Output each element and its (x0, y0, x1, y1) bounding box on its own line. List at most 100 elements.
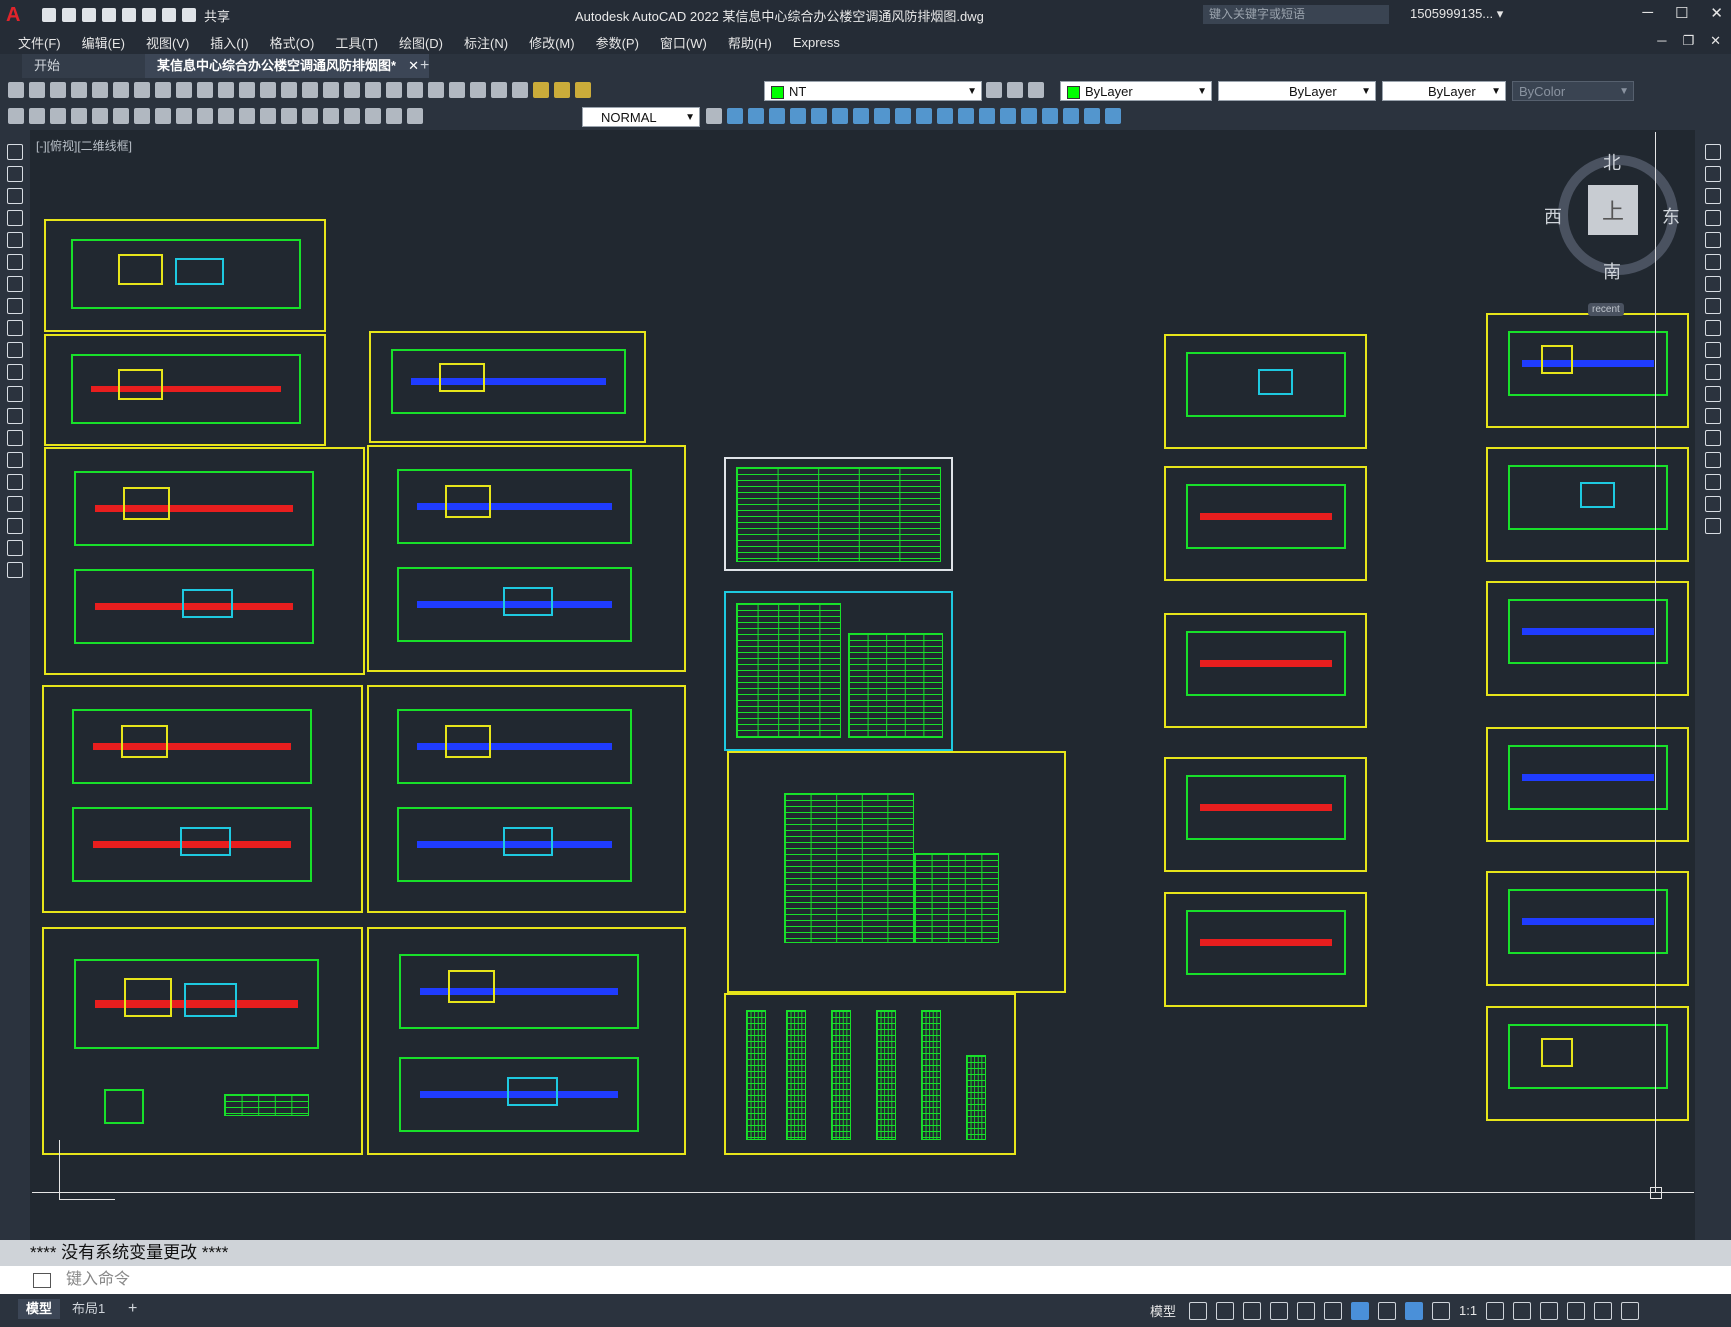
menu-dimension[interactable]: 标注(N) (464, 33, 508, 52)
drawing-sheet[interactable] (1164, 613, 1367, 728)
new-icon[interactable] (8, 82, 24, 98)
paste-icon[interactable] (197, 82, 213, 98)
tab-start[interactable]: 开始 (22, 54, 156, 78)
ellipse-icon[interactable] (7, 342, 23, 358)
zoom-window-icon[interactable] (323, 82, 339, 98)
dim-break-icon[interactable] (260, 108, 276, 124)
3d-clean-icon[interactable] (1084, 108, 1100, 124)
redo-icon[interactable] (260, 82, 276, 98)
layer-dropdown[interactable]: NT ▼ (764, 81, 982, 101)
snap-icon[interactable] (1216, 1301, 1235, 1320)
spline-icon[interactable] (7, 320, 23, 336)
revision-cloud-icon[interactable] (7, 298, 23, 314)
drawing-sheet[interactable] (1164, 757, 1367, 872)
tolerance-icon[interactable] (281, 108, 297, 124)
radius-dim-icon[interactable] (92, 108, 108, 124)
ortho-icon[interactable] (1243, 1301, 1262, 1320)
menu-format[interactable]: 格式(O) (270, 33, 315, 52)
compass-east[interactable]: 东 (1662, 203, 1680, 229)
region-icon[interactable] (7, 496, 23, 512)
polyline-icon[interactable] (7, 188, 23, 204)
drawing-sheet[interactable] (44, 447, 365, 675)
model-space-toggle[interactable]: 模型 (1150, 1301, 1176, 1320)
menu-modify[interactable]: 修改(M) (529, 33, 575, 52)
plot-icon[interactable] (142, 8, 156, 22)
rectangle-icon[interactable] (7, 232, 23, 248)
ordinate-dim-icon[interactable] (71, 108, 87, 124)
ellipse-arc-icon[interactable] (7, 364, 23, 380)
drawing-sheet[interactable] (1486, 1006, 1689, 1121)
dimstyle-dropdown[interactable]: NORMAL ▼ (582, 107, 700, 127)
autocad-logo[interactable]: A (6, 4, 32, 26)
line-icon[interactable] (7, 144, 23, 160)
explode-icon[interactable] (1705, 518, 1721, 534)
quick-dim-icon[interactable] (176, 108, 192, 124)
drawing-sheet[interactable] (44, 219, 326, 332)
3d-imprint-icon[interactable] (1063, 108, 1079, 124)
markup-icon[interactable] (449, 82, 465, 98)
command-icon[interactable] (33, 1273, 51, 1288)
close-icon[interactable]: ✕ (1710, 4, 1723, 22)
menu-view[interactable]: 视图(V) (146, 33, 189, 52)
polygon-icon[interactable] (7, 210, 23, 226)
offset-icon[interactable] (1705, 210, 1721, 226)
calculator-icon[interactable] (470, 82, 486, 98)
diameter-dim-icon[interactable] (134, 108, 150, 124)
drawing-sheet[interactable] (1486, 313, 1689, 428)
isometric-icon[interactable] (1297, 1301, 1316, 1320)
design-center-icon[interactable] (386, 82, 402, 98)
customization-menu-icon[interactable] (1621, 1301, 1640, 1320)
arc-icon[interactable] (7, 254, 23, 270)
viewcube[interactable]: 上 北 南 东 西 (1544, 153, 1680, 282)
dim-text-edit-icon[interactable] (386, 108, 402, 124)
minimize-icon[interactable]: ─ (1642, 4, 1653, 22)
jogged-linear-icon[interactable] (344, 108, 360, 124)
3d-align-icon[interactable] (832, 108, 848, 124)
make-current-layer-icon[interactable] (986, 82, 1002, 98)
match-properties-icon[interactable] (218, 82, 234, 98)
redo-icon[interactable] (182, 8, 196, 22)
new-tab-button[interactable]: + (420, 54, 429, 78)
3d-chamfer-icon[interactable] (1021, 108, 1037, 124)
menu-tools[interactable]: 工具(T) (335, 33, 378, 52)
center-mark-icon[interactable] (302, 108, 318, 124)
3d-shell-icon[interactable] (979, 108, 995, 124)
drawing-sheet[interactable] (1164, 334, 1367, 449)
sheet-set-icon[interactable] (428, 82, 444, 98)
save-icon[interactable] (50, 82, 66, 98)
help-icon[interactable] (491, 82, 507, 98)
layer-previous-icon[interactable] (1028, 82, 1044, 98)
plotstyle-dropdown[interactable]: ByColor ▼ (1512, 81, 1634, 101)
3d-move-icon[interactable] (790, 108, 806, 124)
new-file-icon[interactable] (42, 8, 56, 22)
menu-draw[interactable]: 绘图(D) (399, 33, 443, 52)
maximize-icon[interactable]: ☐ (1675, 4, 1688, 22)
point-icon[interactable] (7, 430, 23, 446)
publish-icon[interactable] (122, 8, 136, 22)
3d-revolve-icon[interactable] (916, 108, 932, 124)
plot-preview-icon[interactable] (92, 82, 108, 98)
drawing-sheet[interactable] (1164, 466, 1367, 581)
3d-separate-icon[interactable] (1042, 108, 1058, 124)
open-icon[interactable] (29, 82, 45, 98)
menu-help[interactable]: 帮助(H) (728, 33, 772, 52)
linetype-dropdown[interactable]: ByLayer ▼ (1218, 81, 1376, 101)
command-line[interactable]: 键入命令 (0, 1266, 1731, 1294)
layer-freeze-icon[interactable] (554, 82, 570, 98)
jogged-dim-icon[interactable] (113, 108, 129, 124)
doc-close-icon[interactable]: ✕ (1710, 33, 1721, 49)
layer-match-icon[interactable] (1007, 82, 1023, 98)
compass-north[interactable]: 北 (1603, 149, 1621, 175)
fillet-icon[interactable] (1705, 474, 1721, 490)
menu-window[interactable]: 窗口(W) (660, 33, 707, 52)
command-input[interactable]: 键入命令 (66, 1266, 130, 1294)
3d-slice-icon[interactable] (937, 108, 953, 124)
baseline-dim-icon[interactable] (197, 108, 213, 124)
graphics-performance-icon[interactable] (1567, 1301, 1586, 1320)
search-input[interactable]: 键入关键字或短语 (1203, 5, 1389, 24)
publish-icon[interactable] (113, 82, 129, 98)
riser-sheet[interactable] (724, 993, 1016, 1155)
tab-active-drawing[interactable]: 某信息中心综合办公楼空调通风防排烟图* ✕ (145, 54, 429, 78)
add-layout-button[interactable]: + (120, 1299, 145, 1319)
dim-space-icon[interactable] (239, 108, 255, 124)
